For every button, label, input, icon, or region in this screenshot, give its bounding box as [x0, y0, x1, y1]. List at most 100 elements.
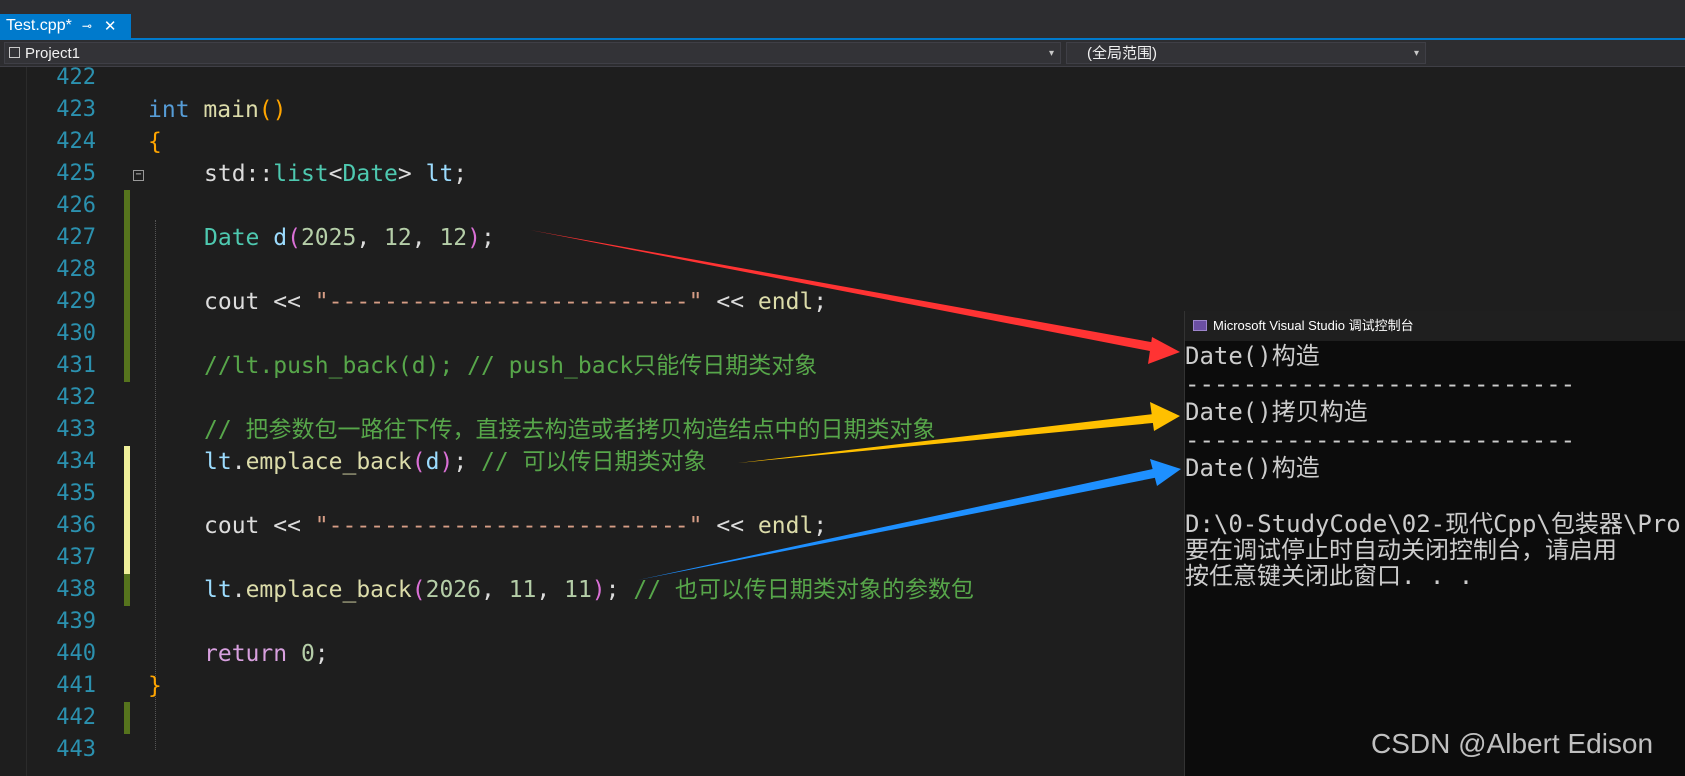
scope-dropdown[interactable]: (全局范围) ▾ [1066, 42, 1426, 64]
console-output-line: Date()构造 [1185, 342, 1320, 370]
change-marker [124, 542, 130, 574]
tab-title: Test.cpp* [6, 17, 72, 34]
editor-margin [0, 67, 27, 776]
code-line: 422 [26, 62, 1685, 94]
paren: ) [591, 577, 606, 603]
function-name: endl [757, 289, 814, 315]
project-label: Project1 [25, 45, 81, 62]
project-icon [9, 47, 20, 58]
close-icon[interactable]: ✕ [104, 17, 117, 35]
change-marker [124, 222, 130, 254]
console-output-line: Date()构造 [1185, 454, 1320, 482]
code-text: cout << "--------------------------" << … [204, 510, 827, 542]
debug-console-window[interactable]: Microsoft Visual Studio 调试控制台 Date()构造 -… [1184, 311, 1685, 776]
line-number: 434 [56, 449, 96, 474]
paren: ( [287, 225, 301, 251]
number: 11 [508, 577, 537, 603]
change-marker [124, 510, 130, 542]
code-line: 425 std::list<Date> lt; [26, 158, 1685, 190]
operator: < [328, 161, 343, 187]
type-name: Date [342, 161, 398, 187]
punctuation: ; [314, 641, 329, 667]
operator: > [397, 161, 426, 187]
line-number: 442 [56, 705, 96, 730]
variable: lt [204, 449, 232, 475]
type-name: Date [204, 225, 260, 251]
change-marker [124, 254, 130, 286]
code-text: lt.emplace_back(d); // 可以传日期类对象 [204, 446, 707, 478]
line-number: 435 [56, 481, 96, 506]
variable: lt [204, 577, 232, 603]
watermark: CSDN @Albert Edison [1371, 728, 1654, 759]
number: 2025 [300, 225, 357, 251]
operator: << [259, 289, 315, 315]
paren: () [258, 97, 287, 123]
change-marker [124, 446, 130, 478]
punctuation: ; [813, 289, 828, 315]
operator: << [702, 513, 758, 539]
number: 0 [287, 641, 315, 667]
operator: . [231, 577, 246, 603]
identifier: cout [204, 289, 260, 315]
change-marker [124, 478, 130, 510]
number: 2026 [425, 577, 481, 603]
function-name: emplace_back [245, 577, 412, 603]
variable: d [425, 449, 440, 475]
code-text: { [148, 129, 162, 155]
line-number: 441 [56, 673, 96, 698]
console-title-bar[interactable]: Microsoft Visual Studio 调试控制台 [1185, 311, 1685, 341]
line-number: 424 [56, 129, 96, 154]
tab-test-cpp[interactable]: Test.cpp* ⊸ ✕ [0, 14, 131, 38]
scope-label: (全局范围) [1087, 45, 1157, 62]
number: 11 [564, 577, 592, 603]
number: 12 [384, 225, 412, 251]
operator: << [702, 289, 758, 315]
line-number: 440 [56, 641, 96, 666]
line-number: 426 [56, 193, 96, 218]
code-line: 428 [26, 254, 1685, 286]
operator: :: [245, 161, 274, 187]
paren: ) [439, 449, 454, 475]
line-number: 429 [56, 289, 96, 314]
punctuation: ; [453, 161, 468, 187]
line-number: 432 [56, 385, 96, 410]
code-text: } [148, 673, 162, 699]
console-output-line: 按任意键关闭此窗口. . . [1185, 562, 1474, 590]
pin-icon[interactable]: ⊸ [82, 19, 92, 33]
paren: ( [411, 449, 426, 475]
code-line: 426 [26, 190, 1685, 222]
code-text: std::list<Date> lt; [204, 158, 467, 190]
line-number: 422 [56, 65, 96, 90]
project-dropdown[interactable]: Project1 ▾ [4, 42, 1061, 64]
function-name: endl [757, 513, 814, 539]
paren: ) [467, 225, 482, 251]
console-title: Microsoft Visual Studio 调试控制台 [1213, 318, 1414, 333]
line-number: 438 [56, 577, 96, 602]
line-number: 436 [56, 513, 96, 538]
code-comment: //lt.push_back(d); // push_back只能传日期类对象 [204, 353, 818, 379]
change-marker [124, 190, 130, 222]
line-number: 433 [56, 417, 96, 442]
paren: ( [411, 577, 426, 603]
console-output-line: --------------------------- [1185, 426, 1576, 454]
code-text: int main() [148, 94, 287, 126]
line-number: 443 [56, 737, 96, 762]
change-marker [124, 574, 130, 606]
code-line: 423 int main() [26, 94, 1685, 126]
code-comment: // 把参数包一路往下传，直接去构造或者拷贝构造结点中的日期类对象 [204, 417, 936, 443]
change-marker [124, 318, 130, 350]
string-literal: "--------------------------" [314, 289, 703, 315]
code-text: lt.emplace_back(2026, 11, 11); // 也可以传日期… [204, 574, 974, 606]
code-text: Date d(2025, 12, 12); [204, 222, 495, 254]
namespace: std [204, 161, 246, 187]
change-marker [124, 286, 130, 318]
line-number: 439 [56, 609, 96, 634]
punctuation: , [356, 225, 385, 251]
punctuation: ; [605, 577, 634, 603]
punctuation: ; [481, 225, 495, 251]
operator: << [259, 513, 315, 539]
line-number: 428 [56, 257, 96, 282]
function-name: emplace_back [245, 449, 412, 475]
variable: lt [425, 161, 454, 187]
operator: . [231, 449, 246, 475]
